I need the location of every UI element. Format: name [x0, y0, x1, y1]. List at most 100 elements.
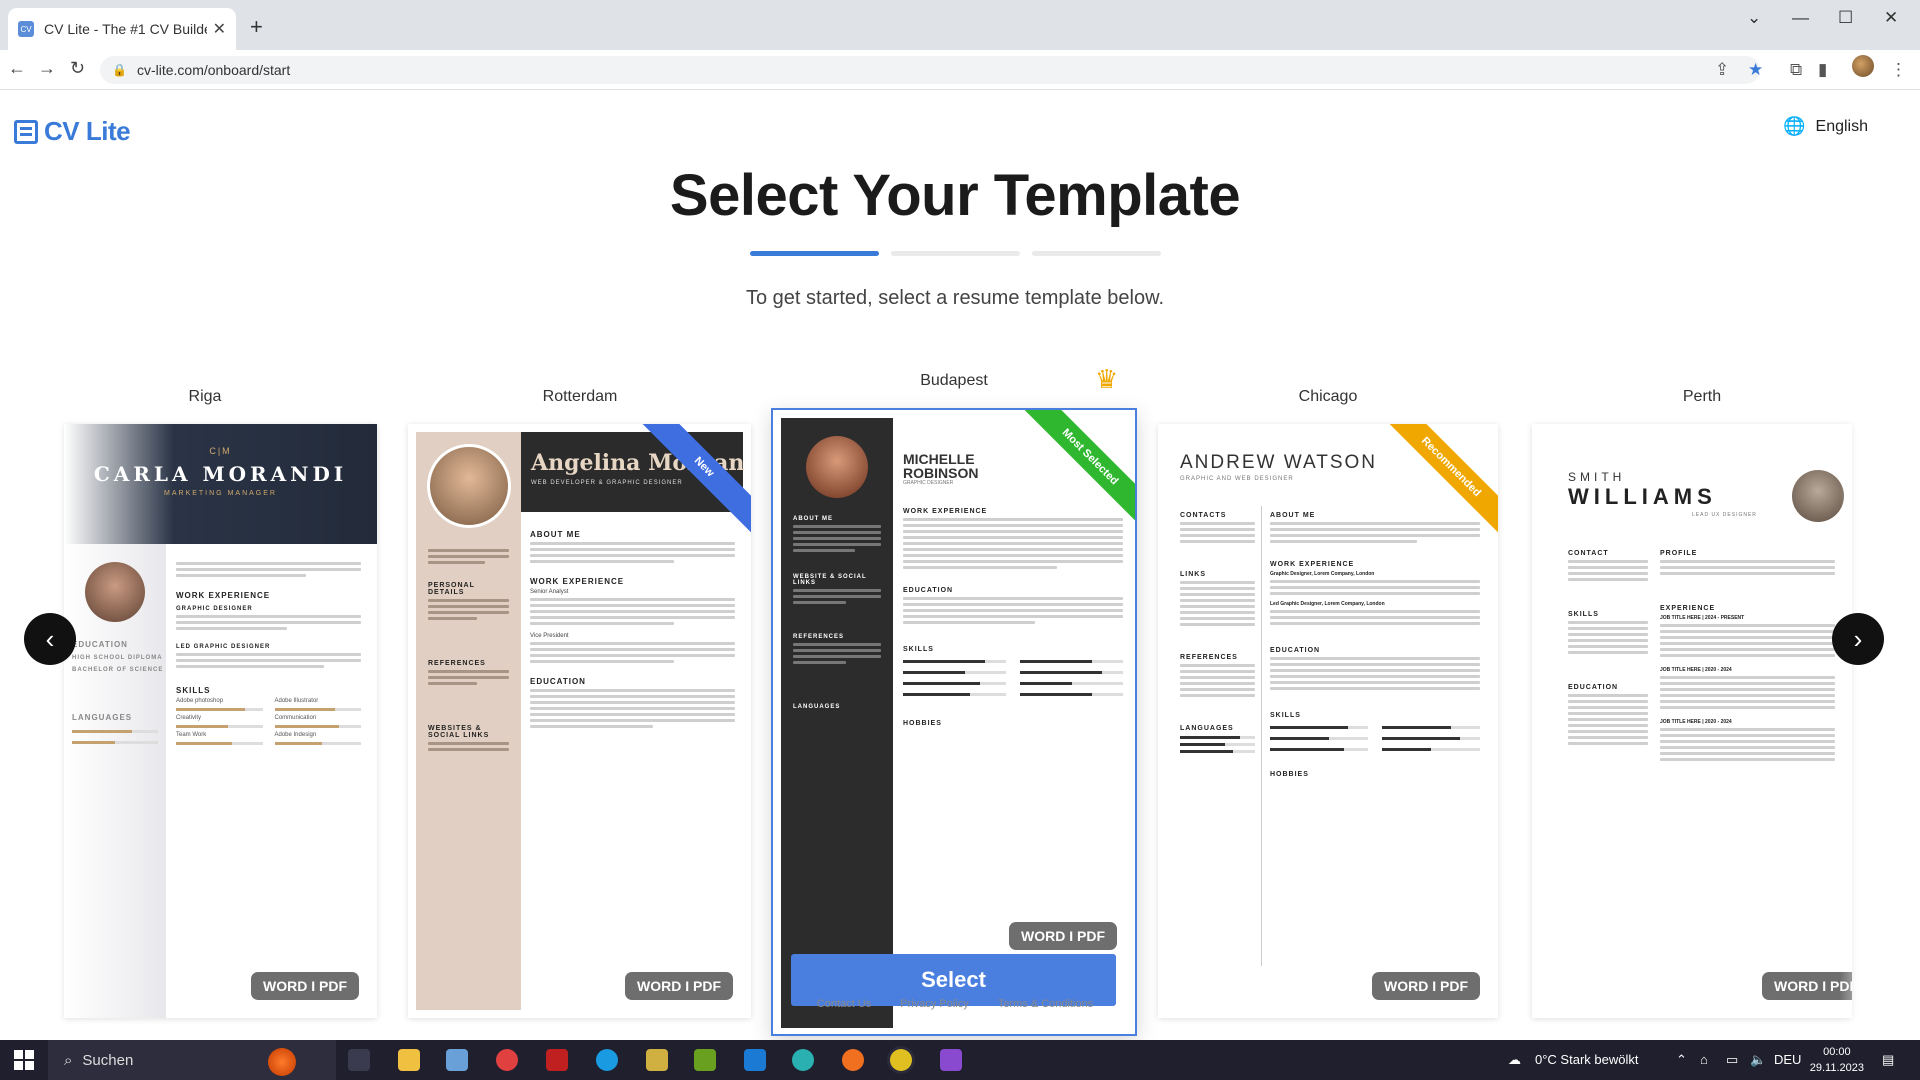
budapest-sidebar: ABOUT ME WEBSITE & SOCIAL LINKS REFERENC… — [781, 418, 893, 1028]
network-icon[interactable]: ⌂ — [1700, 1052, 1708, 1067]
back-icon[interactable]: ← — [8, 58, 26, 79]
chicago-sidebar: CONTACTS LINKS REFERENCES LANGUAGES — [1180, 506, 1255, 757]
app-icon[interactable] — [646, 1049, 668, 1071]
riga-edu-head: EDUCATION — [72, 640, 128, 649]
weather-text[interactable]: 0°C Stark bewölkt — [1535, 1052, 1638, 1067]
profile-avatar[interactable] — [1852, 55, 1874, 77]
perth-right-1: PROFILE — [1660, 550, 1698, 557]
rotterdam-photo — [426, 444, 511, 528]
search-highlight-icon — [268, 1048, 296, 1076]
display-icon[interactable]: ▭ — [1726, 1052, 1738, 1068]
visual-studio-icon[interactable] — [940, 1049, 962, 1071]
share-icon[interactable]: ⇪ — [1715, 60, 1729, 80]
riga-skill-4: Communication — [274, 715, 317, 721]
riga-header-band: C|M CARLA MORANDI MARKETING MANAGER — [64, 424, 377, 544]
riga-skill-2: Adobe Illustrator — [274, 698, 319, 704]
carousel-next-button[interactable]: › — [1832, 613, 1884, 665]
forward-icon[interactable]: → — [38, 58, 56, 79]
task-view-icon[interactable] — [348, 1049, 370, 1071]
footer-privacy-link[interactable]: Privacy Policy — [900, 998, 968, 1010]
riga-lang-bar — [72, 730, 158, 733]
template-card-chicago[interactable]: ANDREW WATSON GRAPHIC AND WEB DESIGNER C… — [1158, 424, 1498, 1018]
tab-search-icon[interactable]: ⌄ — [1747, 8, 1761, 28]
footer-terms-link[interactable]: Terms & Conditions — [998, 998, 1093, 1010]
taskbar-search-label: Suchen — [82, 1051, 134, 1069]
new-tab-icon[interactable]: + — [250, 14, 263, 40]
chicago-right-1: ABOUT ME — [1270, 512, 1316, 519]
format-badge-rotterdam: WORD I PDF — [625, 972, 733, 1000]
side-panel-icon[interactable]: ▮ — [1818, 60, 1827, 80]
rotterdam-left-3: WEBSITES & SOCIAL LINKS — [428, 725, 490, 739]
close-tab-icon[interactable]: ✕ — [213, 19, 226, 39]
riga-skill-1: Adobe photoshop — [176, 698, 224, 704]
taskbar: ⌕ Suchen ☁ 0°C Stark bewölkt ⌃ ⌂ ▭ 🔈 DEU… — [0, 1040, 1920, 1080]
budapest-left-1: ABOUT ME — [793, 516, 833, 522]
chicago-name: ANDREW WATSON — [1180, 452, 1377, 473]
chicago-main: ABOUT ME WORK EXPERIENCE Graphic Designe… — [1270, 506, 1480, 781]
extensions-icon[interactable]: ⧉ — [1790, 60, 1802, 80]
perth-first: SMITH — [1568, 470, 1626, 484]
perth-job-2: JOB TITLE HERE | 2020 - 2024 — [1660, 667, 1732, 673]
footer: Contact Us Privacy Policy Terms & Condit… — [0, 998, 1910, 1010]
budapest-left-3: REFERENCES — [793, 634, 845, 640]
carousel-prev-button[interactable]: ‹ — [24, 613, 76, 665]
template-card-rotterdam[interactable]: PERSONAL DETAILS REFERENCES WEBSITES & S… — [408, 424, 751, 1018]
filezilla-icon[interactable] — [546, 1049, 568, 1071]
language-selector[interactable]: 🌐 English — [1783, 116, 1868, 137]
tray-chevron-icon[interactable]: ⌃ — [1676, 1052, 1687, 1068]
riga-name: CARLA MORANDI — [93, 462, 348, 486]
clock[interactable]: 00:00 29.11.2023 — [1810, 1044, 1864, 1076]
riga-lang-head: LANGUAGES — [72, 713, 133, 722]
budapest-right-1: WORK EXPERIENCE — [903, 508, 988, 515]
format-badge-perth: WORD I PDF — [1762, 972, 1852, 1000]
minimize-icon[interactable]: — — [1792, 8, 1809, 28]
volume-icon[interactable]: 🔈 — [1750, 1052, 1766, 1068]
progress-step-2 — [891, 251, 1020, 256]
riga-sidebar: EDUCATION HIGH SCHOOL DIPLOMA BACHELOR O… — [64, 544, 166, 1018]
riga-skill-5: Team Work — [176, 732, 207, 738]
footer-contact-link[interactable]: Contact Us — [817, 998, 871, 1010]
template-card-perth[interactable]: SMITH WILLIAMS LEAD UX DESIGNER CONTACT … — [1532, 424, 1852, 1018]
edge-icon[interactable] — [792, 1049, 814, 1071]
chevron-left-icon: ‹ — [45, 623, 55, 654]
notifications-icon[interactable]: ▤ — [1882, 1052, 1894, 1068]
windows-start-icon[interactable] — [14, 1050, 34, 1070]
riga-edu-1: HIGH SCHOOL DIPLOMA — [72, 655, 163, 661]
chicago-job-1: Graphic Designer, Lorem Company, London — [1270, 571, 1375, 577]
globe-icon: 🌐 — [1783, 116, 1806, 136]
cv-lite-logo[interactable]: CV Lite — [14, 116, 131, 147]
template-card-riga[interactable]: C|M CARLA MORANDI MARKETING MANAGER EDUC… — [64, 424, 377, 1018]
skype-icon[interactable] — [596, 1049, 618, 1071]
maximize-icon[interactable]: ☐ — [1838, 8, 1853, 28]
close-window-icon[interactable]: ✕ — [1884, 8, 1898, 28]
weather-icon: ☁ — [1508, 1052, 1521, 1067]
firefox-icon[interactable] — [842, 1049, 864, 1071]
bookmark-star-icon[interactable]: ★ — [1748, 60, 1763, 80]
riga-role: MARKETING MANAGER — [164, 490, 277, 497]
chevron-right-icon: › — [1853, 623, 1863, 654]
clock-date: 29.11.2023 — [1809, 1062, 1864, 1074]
app-icon[interactable] — [694, 1049, 716, 1071]
rotterdam-right-3: EDUCATION — [530, 677, 586, 686]
rotterdam-right-1: ABOUT ME — [530, 530, 581, 539]
file-explorer-icon[interactable] — [398, 1049, 420, 1071]
template-card-budapest[interactable]: ABOUT ME WEBSITE & SOCIAL LINKS REFERENC… — [771, 408, 1137, 1036]
url-field[interactable]: 🔒 cv-lite.com/onboard/start — [100, 56, 1760, 84]
template-name-budapest: Budapest — [920, 372, 988, 389]
chicago-divider — [1261, 506, 1262, 966]
page: CV Lite 🌐 English Select Your Template T… — [0, 90, 1920, 1040]
step-progress — [750, 251, 1173, 256]
keyboard-language[interactable]: DEU — [1774, 1052, 1801, 1067]
chrome-icon[interactable] — [890, 1049, 912, 1071]
vscode-icon[interactable] — [744, 1049, 766, 1071]
browser-tab[interactable]: CV CV Lite - The #1 CV Builder Onli ✕ — [8, 8, 236, 50]
app-icon[interactable] — [446, 1049, 468, 1071]
lock-icon: 🔒 — [112, 63, 127, 77]
reload-icon[interactable]: ↻ — [70, 58, 85, 79]
app-icon[interactable] — [496, 1049, 518, 1071]
menu-icon[interactable]: ⋮ — [1890, 60, 1907, 80]
riga-work-head: WORK EXPERIENCE — [176, 591, 271, 600]
format-badge-chicago: WORD I PDF — [1372, 972, 1480, 1000]
taskbar-search[interactable]: ⌕ Suchen — [48, 1040, 336, 1080]
chicago-role: GRAPHIC AND WEB DESIGNER — [1180, 476, 1294, 482]
